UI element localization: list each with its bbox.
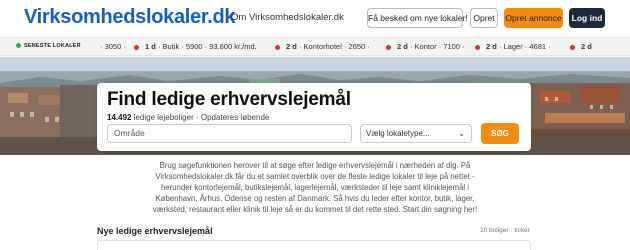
listing-count-subtitle: 14.492 ledige lejeboliger · Opdateres lø… (107, 113, 270, 122)
page-title: Find ledige erhvervslejemål (107, 89, 351, 110)
new-dot-icon (475, 44, 480, 50)
notify-button[interactable]: Få besked om nye lokaler! (367, 8, 468, 28)
create-button[interactable]: Opret (470, 8, 498, 28)
chevron-down-icon: ⌄ (458, 129, 465, 138)
search-button[interactable]: SØG (481, 123, 519, 144)
ticker-item[interactable]: 1 d · Butik · 5900 · 93.600 kr./md. (134, 42, 257, 51)
ticker-label: SENESTE LOKALER (16, 43, 81, 49)
live-dot-icon (16, 43, 21, 49)
area-search-input[interactable]: Område (107, 124, 352, 143)
listing-card[interactable] (97, 240, 531, 250)
ticker-item[interactable]: · 3050 · (100, 42, 126, 51)
site-header: Virksomhedslokaler.dk Om Virksomhedsloka… (0, 0, 630, 36)
new-dot-icon (386, 44, 391, 50)
ticker-item[interactable]: 2 d · Kontorhotel · 2650 · (275, 42, 370, 51)
ticker-item[interactable]: 2 d · Kontor · 7100 · (386, 42, 465, 51)
new-dot-icon (275, 44, 280, 50)
about-link[interactable]: Om Virksomhedslokaler.dk (231, 12, 344, 23)
new-dot-icon (134, 44, 139, 50)
latest-listings-ticker: SENESTE LOKALER · 3050 · 1 d · Butik · 5… (0, 37, 630, 56)
listing-count: 14.492 (107, 113, 132, 122)
new-listings-meta: 10 boliger · ticker (480, 227, 530, 234)
property-type-select[interactable]: Vælg lokaletype... ⌄ (360, 124, 472, 143)
ticker-item[interactable]: 2 d · Lager · 4681 · (475, 42, 551, 51)
search-card: Find ledige erhvervslejemål 14.492 ledig… (97, 83, 531, 151)
new-dot-icon (570, 44, 575, 50)
login-button[interactable]: Log ind (569, 8, 605, 28)
ticker-item[interactable]: 2 d (570, 42, 592, 51)
new-listings-title: Nye ledige erhvervslejemål (97, 226, 213, 236)
create-advert-button[interactable]: Opret annonce (504, 8, 563, 28)
intro-description: Brug søgefunktionen herover til at søge … (152, 161, 478, 214)
site-logo[interactable]: Virksomhedslokaler.dk (24, 6, 236, 29)
